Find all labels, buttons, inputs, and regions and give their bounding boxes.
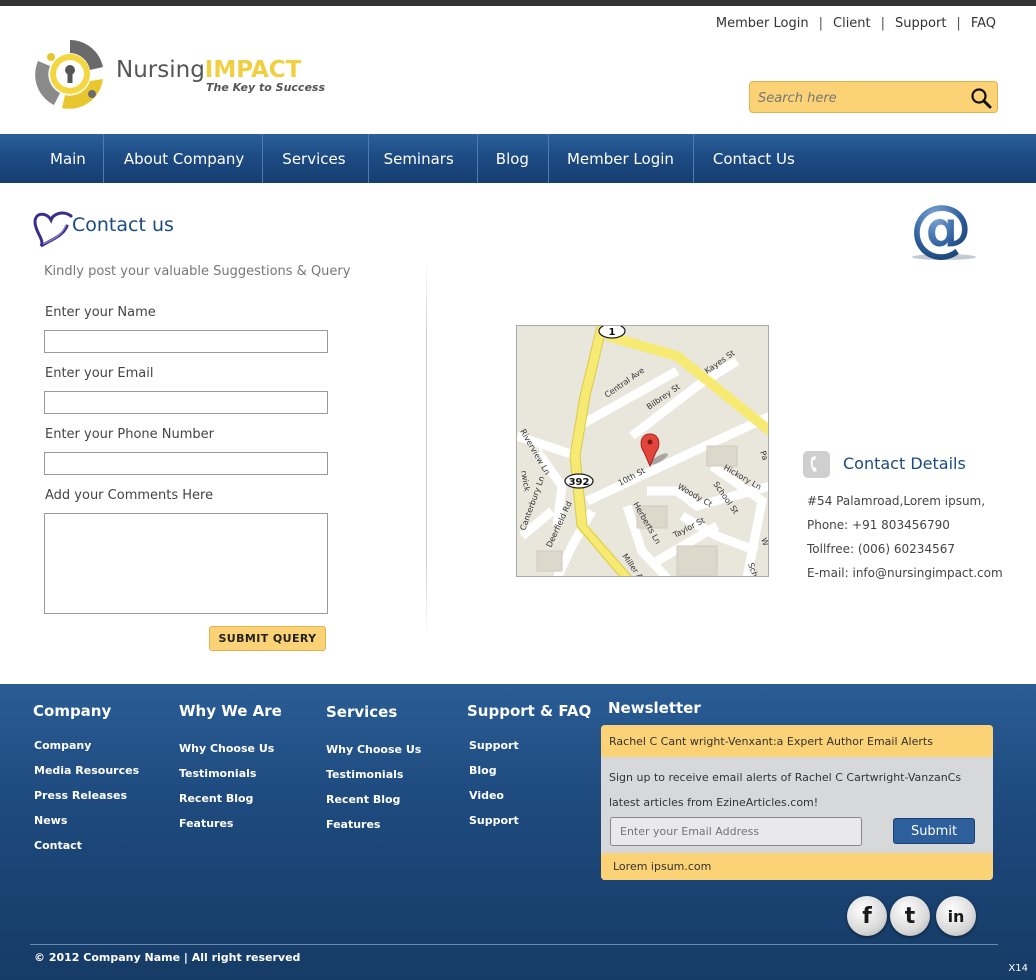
contact-details-title: Contact Details: [843, 454, 966, 473]
footer-col-title-services: Services: [326, 703, 398, 721]
footer-link[interactable]: Why Choose Us: [179, 742, 274, 755]
nav-item-member-login[interactable]: Member Login: [549, 134, 694, 183]
svg-text:@: @: [910, 196, 972, 262]
version-label: X14: [1008, 963, 1028, 974]
newsletter-footer: Lorem ipsum.com: [601, 853, 993, 880]
main-nav: Main About Company Services Seminars Blo…: [0, 134, 1036, 183]
nav-item-main[interactable]: Main: [0, 134, 104, 183]
comments-field[interactable]: [44, 513, 328, 614]
nav-item-contact-us[interactable]: Contact Us: [694, 134, 813, 183]
newsletter-box: Rachel C Cant wright-Venxant:a Expert Au…: [601, 725, 993, 880]
map-route-1-label: 1: [609, 327, 616, 338]
footer-link[interactable]: Features: [179, 817, 233, 830]
nav-item-about-company[interactable]: About Company: [104, 134, 264, 183]
footer-link[interactable]: Recent Blog: [179, 792, 253, 805]
contact-intro: Kindly post your valuable Suggestions & …: [44, 264, 351, 279]
top-link-member-login[interactable]: Member Login: [716, 16, 809, 31]
footer-link[interactable]: Support: [469, 814, 519, 827]
footer-col-title-support-faq: Support & FAQ: [467, 702, 592, 720]
contact-email[interactable]: E-mail: info@nursingimpact.com: [807, 566, 1003, 580]
brand-tagline: The Key to Success: [206, 81, 326, 94]
footer-link[interactable]: Testimonials: [326, 768, 403, 781]
separator: |: [880, 16, 886, 31]
email-field[interactable]: [44, 391, 328, 414]
top-link-faq[interactable]: FAQ: [971, 16, 996, 31]
footer-link[interactable]: Blog: [469, 764, 497, 777]
vertical-divider: [426, 258, 427, 638]
top-link-client[interactable]: Client: [833, 16, 871, 31]
footer-divider: [30, 944, 998, 945]
search-icon[interactable]: [969, 86, 993, 110]
footer-link[interactable]: Recent Blog: [326, 793, 400, 806]
nav-item-services[interactable]: Services: [263, 134, 369, 183]
footer-link[interactable]: Testimonials: [179, 767, 256, 780]
contact-phone: Phone: +91 803456790: [807, 518, 950, 532]
name-label: Enter your Name: [45, 305, 156, 320]
footer-link[interactable]: Company: [34, 739, 91, 752]
phone-field[interactable]: [44, 452, 328, 475]
comments-label: Add your Comments Here: [45, 488, 214, 503]
footer-link[interactable]: Contact: [34, 839, 82, 852]
copyright: © 2012 Company Name | All right reserved: [34, 951, 301, 964]
footer-link[interactable]: Media Resources: [34, 764, 139, 777]
facebook-icon[interactable]: f: [847, 896, 887, 936]
map-graphic: 1 392 Central Ave Bilbrey St Kayes St 10…: [517, 326, 768, 576]
submit-query-button[interactable]: SUBMIT QUERY: [209, 626, 326, 651]
footer-col-title-why-we-are: Why We Are: [179, 702, 282, 720]
footer-col-title-company: Company: [33, 702, 112, 720]
search-box: [749, 81, 998, 113]
heart-icon: [33, 211, 73, 248]
nav-item-seminars[interactable]: Seminars: [369, 134, 478, 183]
footer-link[interactable]: Support: [469, 739, 519, 752]
newsletter-submit-button[interactable]: Submit: [893, 818, 975, 844]
newsletter-footer-link[interactable]: Lorem ipsum.com: [613, 860, 711, 873]
footer-link[interactable]: News: [34, 814, 67, 827]
at-icon: @: [910, 196, 976, 262]
contact-address: #54 Palamroad,Lorem ipsum,: [807, 494, 986, 508]
location-map[interactable]: 1 392 Central Ave Bilbrey St Kayes St 10…: [516, 325, 769, 577]
nav-item-blog[interactable]: Blog: [478, 134, 549, 183]
brand-name-part2: IMPACT: [204, 57, 302, 83]
brand-name-part1: Nursing: [116, 57, 205, 83]
footer-link[interactable]: Press Releases: [34, 789, 127, 802]
footer-link[interactable]: Video: [469, 789, 504, 802]
email-label: Enter your Email: [45, 366, 154, 381]
footer-link[interactable]: Why Choose Us: [326, 743, 421, 756]
map-route-392-label: 392: [569, 477, 590, 488]
contact-tollfree: Tollfree: (006) 60234567: [807, 542, 955, 556]
separator: |: [818, 16, 823, 31]
newsletter-description: Sign up to receive email alerts of Rache…: [609, 771, 962, 809]
phone-label: Enter your Phone Number: [45, 427, 215, 442]
newsletter-header-text: Rachel C Cant wright-Venxant:a Expert Au…: [609, 735, 933, 748]
newsletter-title: Newsletter: [608, 699, 701, 717]
top-links: Member Login | Client | Support | FAQ: [716, 16, 996, 31]
newsletter-header: Rachel C Cant wright-Venxant:a Expert Au…: [601, 725, 993, 757]
brand-name: NursingIMPACT: [116, 56, 301, 84]
phone-icon: [803, 451, 830, 478]
separator: |: [956, 16, 961, 31]
top-link-support[interactable]: Support: [895, 16, 946, 31]
twitter-icon[interactable]: t: [890, 896, 930, 936]
name-field[interactable]: [44, 330, 328, 353]
newsletter-email-input[interactable]: [610, 817, 862, 846]
footer-link[interactable]: Features: [326, 818, 380, 831]
linkedin-icon[interactable]: in: [936, 896, 976, 936]
search-input[interactable]: [758, 88, 958, 108]
top-strip: [0, 0, 1036, 6]
contact-title: Contact us: [72, 214, 174, 236]
